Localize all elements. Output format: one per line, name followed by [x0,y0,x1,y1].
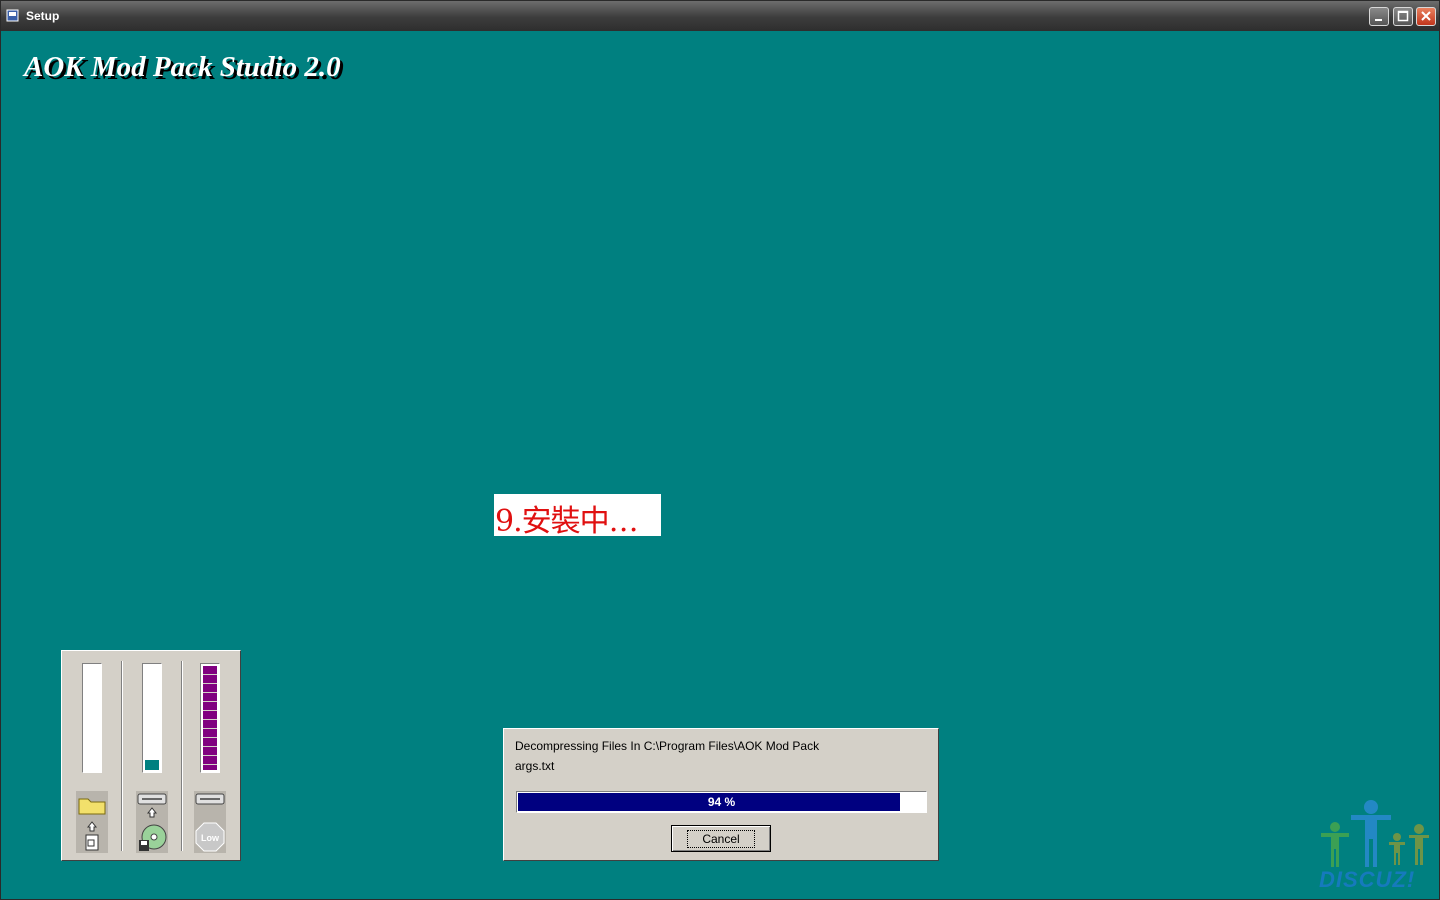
discuz-watermark: DISCUZ! [1313,797,1437,897]
progress-bar: 94 % [516,791,927,813]
maximize-icon [1397,10,1409,22]
close-icon [1421,11,1431,21]
setup-icon [6,9,19,22]
cancel-button[interactable]: Cancel [671,825,771,852]
status-text: 9.安裝中… [495,504,639,539]
minimize-icon [1375,19,1382,21]
setup-window: Setup AOK Mod Pack Studio 2.0 9.安裝中… Low… [0,0,1440,900]
status-box: 9.安裝中… [494,494,661,539]
meter-divider [121,661,123,851]
memory-meter [200,663,220,773]
meter-divider [181,661,183,851]
source-disk-meter-fill [145,760,159,770]
source-disk-meter [142,663,162,773]
progress-percent: 94 % [707,795,736,809]
low-icon-label: Low [201,833,220,843]
people-logo-icon [1321,800,1429,867]
window-title: Setup [26,9,60,23]
cd-disk-icon [136,791,168,853]
progress-dialog: Decompressing Files In C:\Program Files\… [503,728,939,861]
low-icon: Low [194,791,226,853]
memory-meter-fill [203,666,217,770]
title-bar[interactable]: Setup [1,1,1439,31]
app-title: AOK Mod Pack Studio 2.0 [24,51,341,83]
destination-disk-meter [82,663,102,773]
minimize-button[interactable] [1369,7,1389,26]
decompress-path-text: Decompressing Files In C:\Program Files\… [515,739,820,753]
folder-icon [76,791,108,853]
cancel-button-label: Cancel [687,829,755,848]
maximize-button[interactable] [1393,7,1413,26]
resource-meters-panel: Low [61,650,241,861]
close-button[interactable] [1416,7,1436,26]
current-file-text: args.txt [515,759,555,773]
watermark-text: DISCUZ! [1319,867,1416,892]
